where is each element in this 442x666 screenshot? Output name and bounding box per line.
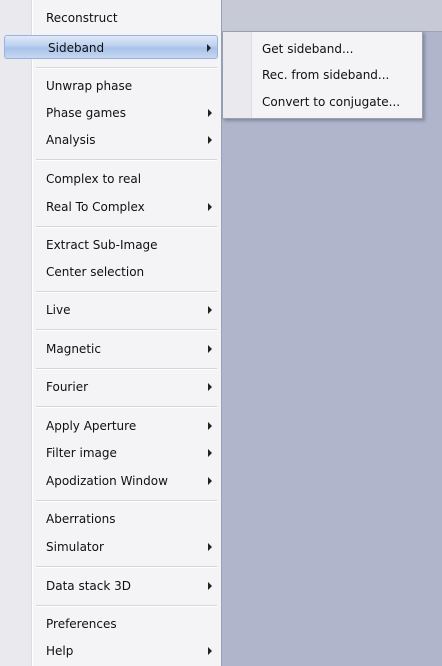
submenu-arrow-icon bbox=[208, 422, 212, 430]
submenu-item-label: Get sideband... bbox=[262, 42, 354, 56]
menu-separator bbox=[36, 566, 217, 568]
menu-item-label: Help bbox=[46, 644, 74, 658]
menu-separator bbox=[36, 406, 217, 408]
submenu-arrow-icon bbox=[208, 383, 212, 391]
menu-separator bbox=[36, 67, 217, 69]
submenu-arrow-icon bbox=[208, 109, 212, 117]
submenu-arrow-icon bbox=[208, 203, 212, 211]
menu-item-real-to-complex[interactable]: Real To Complex bbox=[3, 195, 218, 219]
menu-item-label: Apply Aperture bbox=[46, 419, 137, 433]
submenu-arrow-icon bbox=[208, 306, 212, 314]
menu-separator bbox=[36, 329, 217, 331]
menu-item-magnetic[interactable]: Magnetic bbox=[3, 337, 218, 361]
menu-separator bbox=[36, 605, 217, 607]
menu-icon-gutter bbox=[0, 0, 33, 666]
menu-item-label: Aberrations bbox=[46, 512, 116, 526]
menu-item-label: Reconstruct bbox=[46, 11, 118, 25]
submenu-item-convert-to-conjugate[interactable]: Convert to conjugate... bbox=[226, 90, 421, 114]
menu-item-unwrap-phase[interactable]: Unwrap phase bbox=[3, 74, 218, 98]
context-menu: Reconstruct Sideband Unwrap phase Phase … bbox=[0, 0, 222, 666]
menu-item-aberrations[interactable]: Aberrations bbox=[3, 507, 218, 531]
menu-item-fourier[interactable]: Fourier bbox=[3, 375, 218, 399]
menu-item-analysis[interactable]: Analysis bbox=[3, 128, 218, 152]
submenu-arrow-icon bbox=[208, 543, 212, 551]
sideband-submenu: Get sideband... Rec. from sideband... Co… bbox=[222, 31, 423, 119]
submenu-item-label: Convert to conjugate... bbox=[262, 95, 401, 109]
menu-separator bbox=[36, 159, 217, 161]
menu-item-phase-games[interactable]: Phase games bbox=[3, 101, 218, 125]
menu-item-data-stack-3d[interactable]: Data stack 3D bbox=[3, 574, 218, 598]
background-window-strip bbox=[222, 0, 442, 32]
submenu-arrow-icon bbox=[208, 345, 212, 353]
menu-item-label: Analysis bbox=[46, 133, 96, 147]
menu-item-label: Center selection bbox=[46, 265, 145, 279]
submenu-arrow-icon bbox=[208, 582, 212, 590]
submenu-arrow-icon bbox=[208, 136, 212, 144]
menu-item-sideband[interactable]: Sideband bbox=[4, 35, 218, 59]
menu-item-label: Apodization Window bbox=[46, 474, 168, 488]
menu-item-simulator[interactable]: Simulator bbox=[3, 535, 218, 559]
menu-item-label: Fourier bbox=[46, 380, 89, 394]
menu-item-label: Simulator bbox=[46, 540, 104, 554]
menu-item-complex-to-real[interactable]: Complex to real bbox=[3, 167, 218, 191]
menu-item-reconstruct[interactable]: Reconstruct bbox=[3, 6, 218, 30]
menu-item-help[interactable]: Help bbox=[3, 639, 218, 663]
menu-item-label: Live bbox=[46, 303, 71, 317]
submenu-item-label: Rec. from sideband... bbox=[262, 68, 390, 82]
menu-item-label: Data stack 3D bbox=[46, 579, 132, 593]
menu-item-label: Preferences bbox=[46, 617, 117, 631]
menu-item-label: Magnetic bbox=[46, 342, 101, 356]
menu-separator bbox=[36, 226, 217, 228]
menu-item-live[interactable]: Live bbox=[3, 298, 218, 322]
menu-item-label: Phase games bbox=[46, 106, 126, 120]
menu-item-label: Extract Sub-Image bbox=[46, 238, 158, 252]
menu-item-label: Sideband bbox=[48, 41, 105, 55]
menu-separator bbox=[36, 291, 217, 293]
menu-separator bbox=[36, 500, 217, 502]
menu-item-extract-sub-image[interactable]: Extract Sub-Image bbox=[3, 233, 218, 257]
menu-item-center-selection[interactable]: Center selection bbox=[3, 260, 218, 284]
submenu-arrow-icon bbox=[207, 44, 211, 52]
menu-item-filter-image[interactable]: Filter image bbox=[3, 441, 218, 465]
menu-item-apodization-window[interactable]: Apodization Window bbox=[3, 469, 218, 493]
submenu-arrow-icon bbox=[208, 477, 212, 485]
menu-item-apply-aperture[interactable]: Apply Aperture bbox=[3, 414, 218, 438]
menu-item-label: Unwrap phase bbox=[46, 79, 133, 93]
menu-separator bbox=[36, 368, 217, 370]
menu-item-label: Filter image bbox=[46, 446, 117, 460]
submenu-arrow-icon bbox=[208, 647, 212, 655]
submenu-item-get-sideband[interactable]: Get sideband... bbox=[226, 37, 421, 61]
menu-item-preferences[interactable]: Preferences bbox=[3, 612, 218, 636]
submenu-arrow-icon bbox=[208, 449, 212, 457]
menu-item-label: Real To Complex bbox=[46, 200, 145, 214]
submenu-item-rec-from-sideband[interactable]: Rec. from sideband... bbox=[226, 63, 421, 87]
menu-item-label: Complex to real bbox=[46, 172, 142, 186]
